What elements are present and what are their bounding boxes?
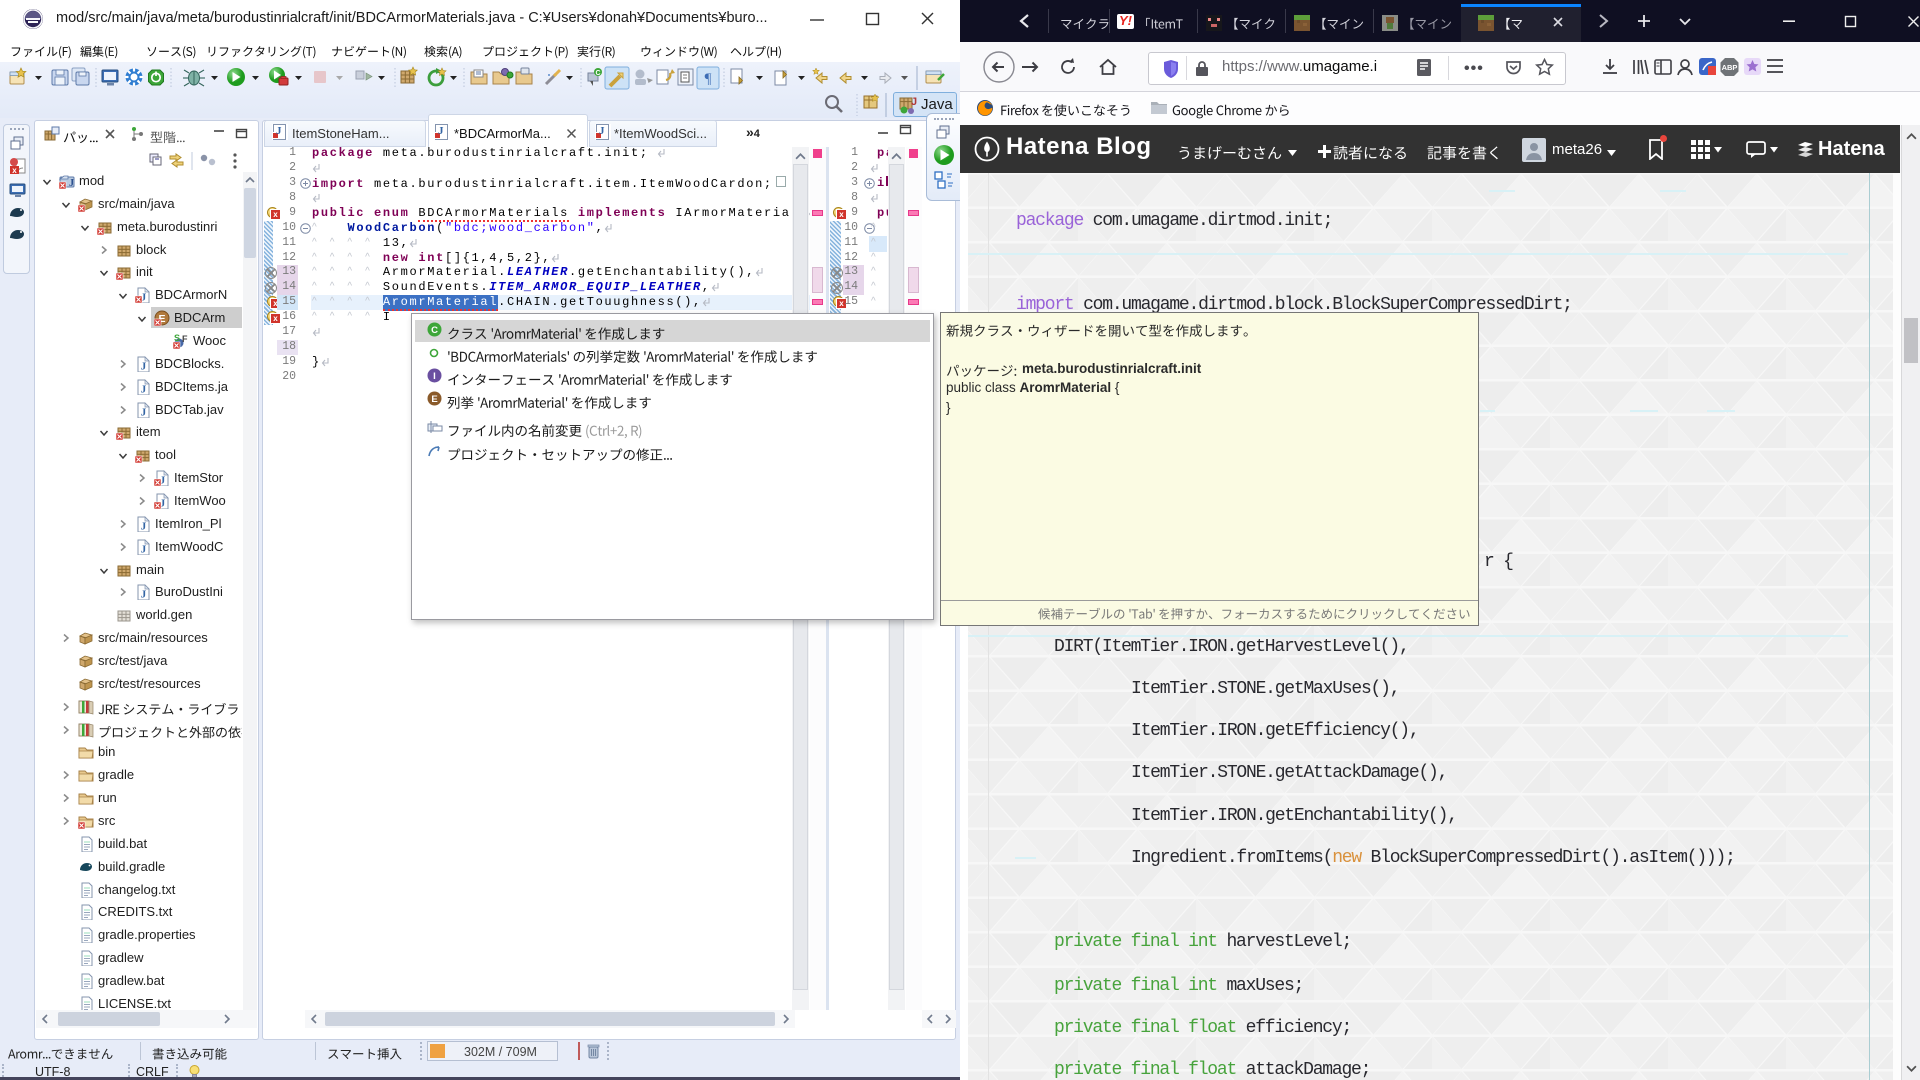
svg-text:J: J <box>69 178 74 189</box>
svg-text:¶: ¶ <box>705 71 712 87</box>
svg-text:E: E <box>431 394 437 405</box>
svg-text:J: J <box>141 406 147 418</box>
svg-text:C: C <box>595 70 600 77</box>
svg-text:J: J <box>141 543 147 555</box>
svg-text:J: J <box>141 520 147 532</box>
svg-text:I: I <box>433 371 436 382</box>
svg-text:C: C <box>431 325 438 336</box>
svg-text:J: J <box>911 96 917 108</box>
svg-text:ABP: ABP <box>1722 63 1738 72</box>
svg-text:S: S <box>174 333 180 343</box>
svg-text:J: J <box>141 360 147 372</box>
svg-text:F: F <box>182 334 188 344</box>
svg-text:x: x <box>12 166 17 175</box>
svg-text:J: J <box>141 383 147 395</box>
svg-text:J: J <box>141 589 147 601</box>
